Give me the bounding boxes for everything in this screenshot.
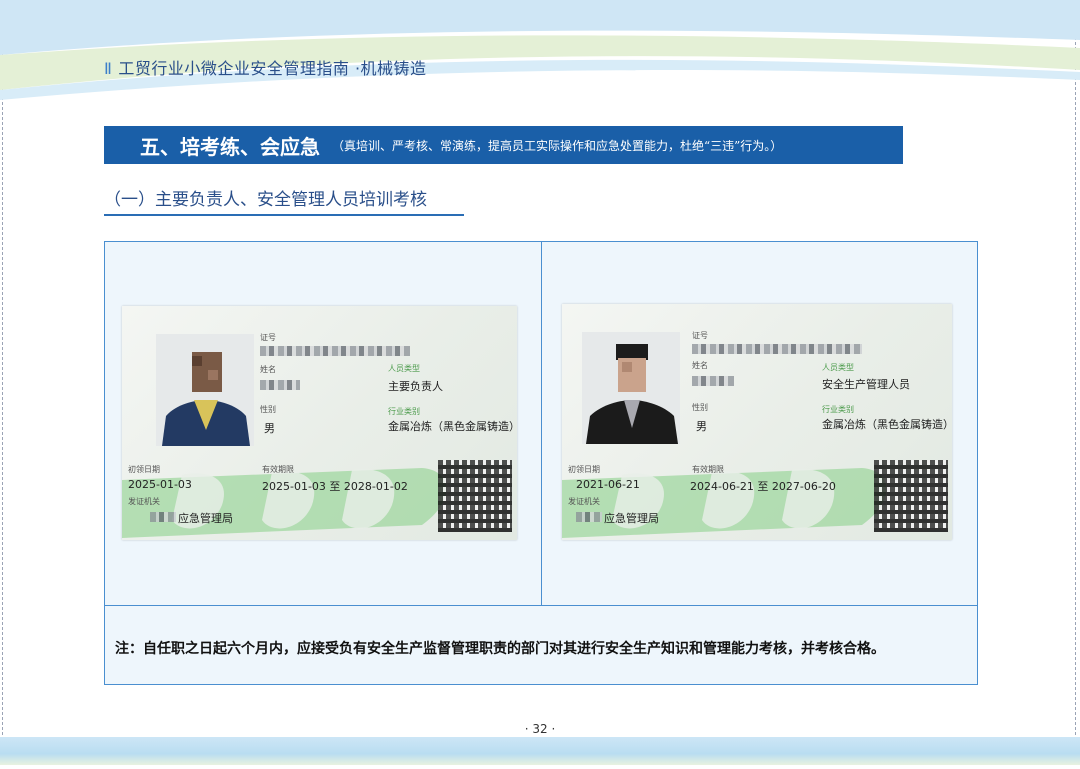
gender-value: 男 [264,422,275,435]
cert-no-label: 证号 [692,331,708,340]
gender-label: 性别 [692,403,708,412]
name-label: 姓名 [260,365,276,374]
cert-no-redacted [692,344,862,354]
industry-value: 金属冶炼（黑色金属铸造） [822,418,952,431]
panel-divider-vertical [541,242,542,605]
qr-code-icon [438,460,512,532]
valid-period-label: 有效期限 [262,465,294,474]
header-title-text: 工贸行业小微企业安全管理指南 ·机械铸造 [118,59,427,78]
cert-no-redacted [260,346,410,356]
cert-no-label: 证号 [260,333,276,342]
valid-period-value: 2025-01-03 至 2028-01-02 [262,480,408,493]
person-silhouette-icon [162,352,250,446]
panel-divider-horizontal [105,605,977,606]
issue-date-value: 2021-06-21 [576,478,640,491]
person-type-value: 安全生产管理人员 [822,378,910,391]
gender-value: 男 [696,420,707,433]
page-number: · 32 · [524,722,556,736]
gender-label: 性别 [260,405,276,414]
person-type-label: 人员类型 [388,364,420,373]
name-label: 姓名 [692,361,708,370]
id-photo [582,332,680,444]
issue-date-value: 2025-01-03 [128,478,192,491]
issuer-region-redacted [576,512,602,522]
section-subtitle: （真培训、严考核、常演练，提高员工实际操作和应急处置能力，杜绝“三违”行为。） [332,138,783,153]
person-type-label: 人员类型 [822,363,854,372]
industry-value: 金属冶炼（黑色金属铸造） [388,420,517,433]
certificate-card-safety-manager: 证号 姓名 人员类型 安全生产管理人员 性别 男 行业类别 金属冶炼（黑色金属铸… [562,304,952,540]
issuer-label: 发证机关 [568,497,600,506]
subsection-title: （一）主要负责人、安全管理人员培训考核 [104,185,464,216]
industry-label: 行业类别 [388,407,420,416]
person-silhouette-icon [586,344,678,444]
issuer-region-redacted [150,512,176,522]
person-type-value: 主要负责人 [388,380,443,393]
issue-date-label: 初领日期 [128,465,160,474]
industry-label: 行业类别 [822,405,854,414]
valid-period-label: 有效期限 [692,465,724,474]
section-banner: 五、培考练、会应急 （真培训、严考核、常演练，提高员工实际操作和应急处置能力，杜… [104,126,903,164]
certificate-card-principal: 证号 姓名 人员类型 主要负责人 性别 男 行业类别 金属冶炼（黑色金属铸造） … [122,306,517,540]
header-marker: Ⅱ [104,59,113,78]
header-title: Ⅱ 工贸行业小微企业安全管理指南 ·机械铸造 [104,55,427,79]
issuer-label: 发证机关 [128,497,160,506]
valid-period-value: 2024-06-21 至 2027-06-20 [690,480,836,493]
section-title: 五、培考练、会应急 [140,134,320,159]
note-text: 注：自任职之日起六个月内，应接受负有安全生产监督管理职责的部门对其进行安全生产知… [115,641,885,657]
issuer-value: 应急管理局 [178,512,233,525]
footer-band [0,737,1080,765]
name-redacted [692,376,734,386]
qr-code-icon [874,460,948,532]
issue-date-label: 初领日期 [568,465,600,474]
certificate-panel: 证号 姓名 人员类型 主要负责人 性别 男 行业类别 金属冶炼（黑色金属铸造） … [104,241,978,685]
issuer-value: 应急管理局 [604,512,659,525]
id-photo [156,334,254,446]
name-redacted [260,380,300,390]
